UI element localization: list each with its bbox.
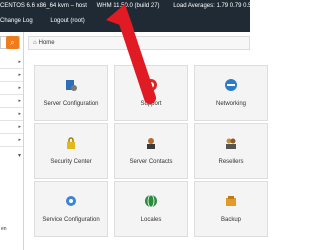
tile-locales[interactable]: Locales <box>114 181 188 237</box>
contact-icon <box>115 136 187 150</box>
tile-label: Service Configuration <box>42 217 100 223</box>
tile-server-configuration[interactable]: Server Configuration <box>34 65 108 121</box>
top-bar: CENTOS 6.6 x86_64 kvm – host WHM 11.50.0… <box>0 0 255 32</box>
sidebar-item[interactable]: ▸ <box>0 69 23 82</box>
tile-service-configuration[interactable]: Service Configuration <box>34 181 108 237</box>
magnify-icon[interactable]: ⌕ <box>6 36 19 49</box>
chevron-right-icon: ▸ <box>18 98 21 104</box>
tile-backup[interactable]: Backup <box>194 181 268 237</box>
chevron-right-icon: ▸ <box>18 59 21 65</box>
sidebar: ⌕ ▸ ▸ ▸ ▸ ▸ ▸ ▸ ▾ en <box>0 32 24 250</box>
sidebar-item[interactable]: ▸ <box>0 82 23 95</box>
sidebar-text: en <box>1 226 7 232</box>
tile-resellers[interactable]: Resellers <box>194 123 268 179</box>
globe-icon <box>115 194 187 208</box>
chevron-right-icon: ▸ <box>18 72 21 78</box>
tile-label: Support <box>140 101 162 107</box>
sidebar-item[interactable]: ▸ <box>0 134 23 147</box>
tile-label: Networking <box>215 101 246 107</box>
tile-label: Locales <box>140 217 162 223</box>
sidebar-item[interactable]: ▸ <box>0 121 23 134</box>
sidebar-item[interactable]: ▸ <box>0 95 23 108</box>
resellers-icon <box>195 136 267 150</box>
change-log-link[interactable]: Change Log <box>0 18 33 24</box>
sidebar-menu: ▸ ▸ ▸ ▸ ▸ ▸ ▸ <box>0 56 23 147</box>
server-gear-icon <box>35 78 107 92</box>
lifebuoy-icon <box>115 78 187 92</box>
tile-networking[interactable]: Networking <box>194 65 268 121</box>
tile-label: Resellers <box>218 159 244 165</box>
chevron-right-icon: ▸ <box>18 85 21 91</box>
tile-server-contacts[interactable]: Server Contacts <box>114 123 188 179</box>
chevron-down-icon[interactable]: ▾ <box>18 152 21 159</box>
breadcrumb-home[interactable]: Home <box>39 40 55 46</box>
home-icon[interactable]: ⌂ <box>33 40 37 46</box>
tile-support[interactable]: Support <box>114 65 188 121</box>
backup-icon <box>195 194 267 208</box>
tile-label: Security Center <box>50 159 92 165</box>
service-gear-icon <box>35 194 107 208</box>
tile-label: Server Configuration <box>43 101 99 107</box>
breadcrumb: ⌂ Home <box>28 36 250 50</box>
sidebar-item[interactable]: ▸ <box>0 56 23 69</box>
chevron-right-icon: ▸ <box>18 111 21 117</box>
os-info: CENTOS 6.6 x86_64 kvm – host <box>0 3 87 9</box>
tile-label: Backup <box>220 217 241 223</box>
load-averages: Load Averages: 1.79 0.79 0.50 <box>173 3 255 9</box>
tile-label: Server Contacts <box>129 159 173 165</box>
tile-security-center[interactable]: Security Center <box>34 123 108 179</box>
chevron-right-icon: ▸ <box>18 137 21 143</box>
lock-icon <box>35 136 107 150</box>
chevron-right-icon: ▸ <box>18 124 21 130</box>
whm-version: WHM 11.50.0 (build 27) <box>96 3 160 9</box>
logout-link[interactable]: Logout (root) <box>50 18 84 24</box>
sidebar-item[interactable]: ▸ <box>0 108 23 121</box>
network-icon <box>195 78 267 92</box>
